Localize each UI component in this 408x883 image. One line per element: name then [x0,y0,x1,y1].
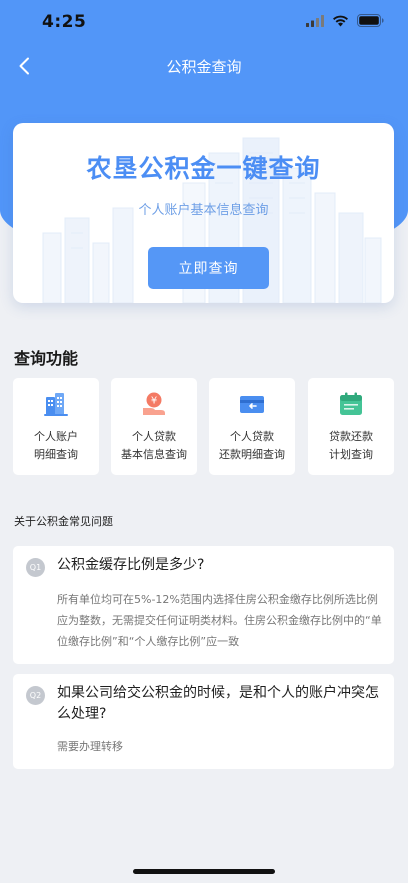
nav-bar: 公积金查询 [0,46,408,88]
status-icons [306,14,384,27]
buildings-icon [44,393,68,416]
func-label: 个人贷款 基本信息查询 [121,430,187,461]
svg-text:¥: ¥ [151,396,157,407]
card-repay-icon [240,396,264,413]
faq-answer: 所有单位均可在5%-12%范围内选择住房公积金缴存比例所选比例应为整数，无需提交… [57,593,382,648]
func-label: 个人账户 明细查询 [34,430,78,461]
signal-icon [306,14,324,27]
status-bar: 4:25 [0,0,408,46]
hero-subtitle: 个人账户基本信息查询 [138,203,269,218]
query-now-button[interactable]: 立即查询 [148,247,269,289]
func-loan-repay-detail[interactable]: 个人贷款 还款明细查询 [209,378,295,475]
faq-badge: Q1 [26,558,45,577]
faq-question: 公积金缓存比例是多少? [57,557,205,573]
func-account-detail[interactable]: 个人账户 明细查询 [13,378,99,475]
faq-question: 如果公司给交公积金的时候，是和个人的账户冲突怎么处理? [57,685,379,722]
func-repay-plan[interactable]: 贷款还款 计划查询 [308,378,394,475]
home-indicator [133,869,275,874]
func-loan-info[interactable]: ¥ 个人贷款 基本信息查询 [111,378,197,475]
functions-title: 查询功能 [14,349,79,368]
status-time: 4:25 [42,12,87,32]
wifi-icon [333,15,348,26]
hero-card: 农垦公积金一键查询 个人账户基本信息查询 立即查询 [13,123,394,303]
faq-heading: 关于公积金常见问题 [14,515,113,528]
faq-answer: 需要办理转移 [57,740,123,753]
faq-badge: Q2 [26,686,45,705]
battery-icon [357,14,384,27]
hero-title: 农垦公积金一键查询 [86,154,321,183]
calendar-icon [340,392,362,415]
faq-item-1[interactable]: Q1 公积金缓存比例是多少? 所有单位均可在5%-12%范围内选择住房公积金缴存… [13,546,394,664]
func-label: 个人贷款 还款明细查询 [219,430,285,461]
functions-grid: 个人账户 明细查询 ¥ 个人贷款 基本信息查询 个人贷款 还款明细查询 贷款还款… [13,378,395,475]
func-label: 贷款还款 计划查询 [329,430,373,461]
faq-item-2[interactable]: Q2 如果公司给交公积金的时候，是和个人的账户冲突怎么处理? 需要办理转移 [13,674,394,769]
page-title: 公积金查询 [166,58,242,76]
yuan-hand-icon: ¥ [143,392,165,415]
